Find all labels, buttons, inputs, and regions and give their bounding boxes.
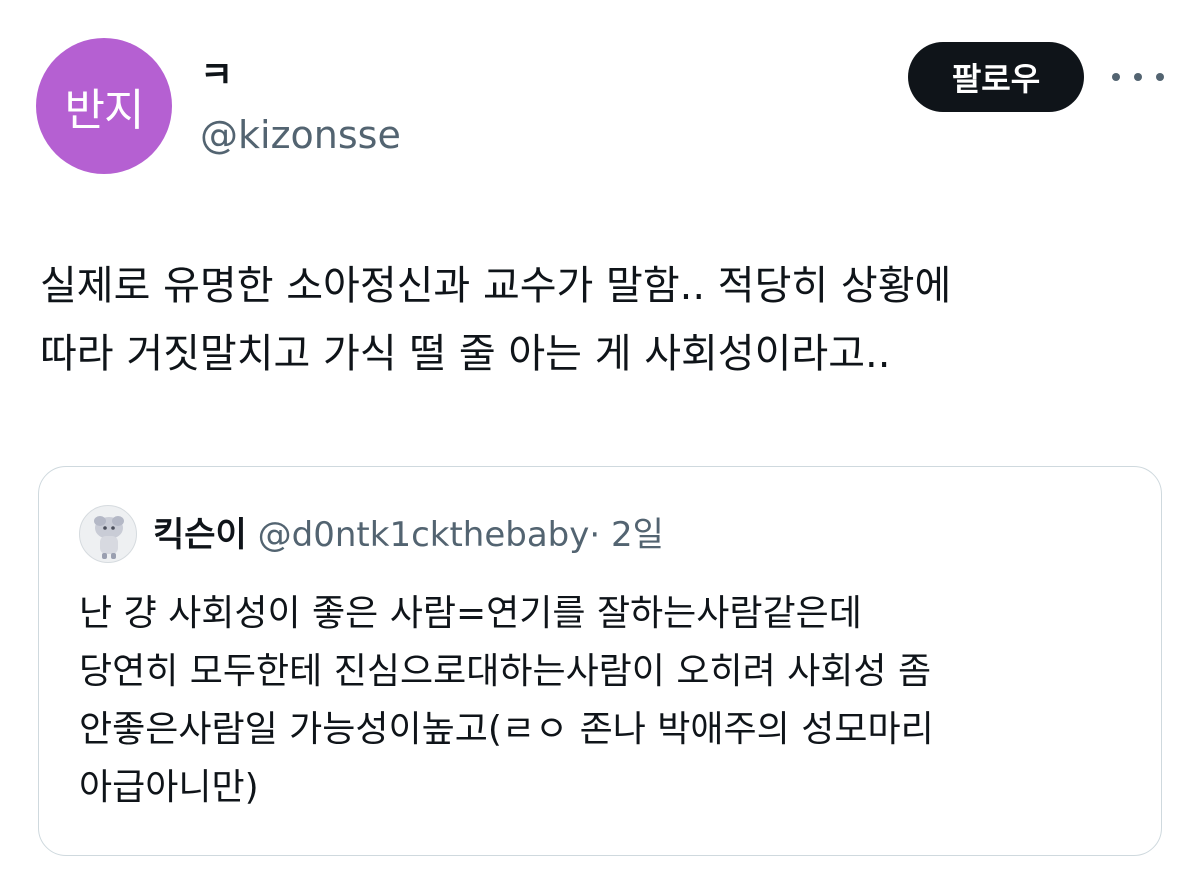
quoted-tweet-card[interactable]: 킥슨이 @d0ntk1ckthebaby· 2일 난 걍 사회성이 좋은 사람=… [38, 466, 1162, 856]
tweet-text-line: 따라 거짓말치고 가식 떨 줄 아는 게 사회성이라고.. [40, 331, 891, 377]
header-separator: · [589, 515, 601, 555]
author-avatar[interactable]: 반지 [36, 38, 172, 174]
character-avatar-icon[interactable] [79, 505, 137, 563]
quoted-author-name[interactable]: 킥슨이 [153, 515, 247, 555]
tweet-view: 반지 ㅋ @kizonsse 팔로우 실제로 유명한 소아정신과 교수가 말함.… [0, 0, 1200, 889]
more-dot [1134, 73, 1142, 81]
follow-button[interactable]: 팔로우 [908, 42, 1084, 112]
more-dot [1156, 73, 1164, 81]
author-handle[interactable]: @kizonsse [200, 112, 401, 158]
quoted-text-line: 난 걍 사회성이 좋은 사람=연기를 잘하는사람같은데 [79, 593, 862, 634]
quoted-text-line: 안좋은사람일 가능성이높고(ㄹㅇ 존나 박애주의 성모마리 [79, 709, 934, 750]
author-display-name[interactable]: ㅋ [200, 56, 233, 96]
more-dot [1112, 73, 1120, 81]
tweet-text: 실제로 유명한 소아정신과 교수가 말함.. 적당히 상황에 따라 거짓말치고 … [40, 252, 1160, 388]
quoted-timestamp[interactable]: 2일 [611, 515, 664, 555]
quoted-text-line: 아급아니만) [79, 767, 259, 808]
tweet-text-line: 실제로 유명한 소아정신과 교수가 말함.. 적당히 상황에 [40, 263, 952, 309]
avatar-text: 반지 [64, 85, 145, 136]
quoted-tweet-header: 킥슨이 @d0ntk1ckthebaby· 2일 [153, 513, 664, 557]
more-horizontal-icon[interactable] [1112, 62, 1164, 92]
quoted-text-line: 당연히 모두한테 진심으로대하는사람이 오히려 사회성 좀 [79, 651, 932, 692]
quoted-tweet-text: 난 걍 사회성이 좋은 사람=연기를 잘하는사람같은데 당연히 모두한테 진심으… [79, 585, 1139, 817]
quoted-author-handle[interactable]: @d0ntk1ckthebaby [258, 515, 590, 555]
